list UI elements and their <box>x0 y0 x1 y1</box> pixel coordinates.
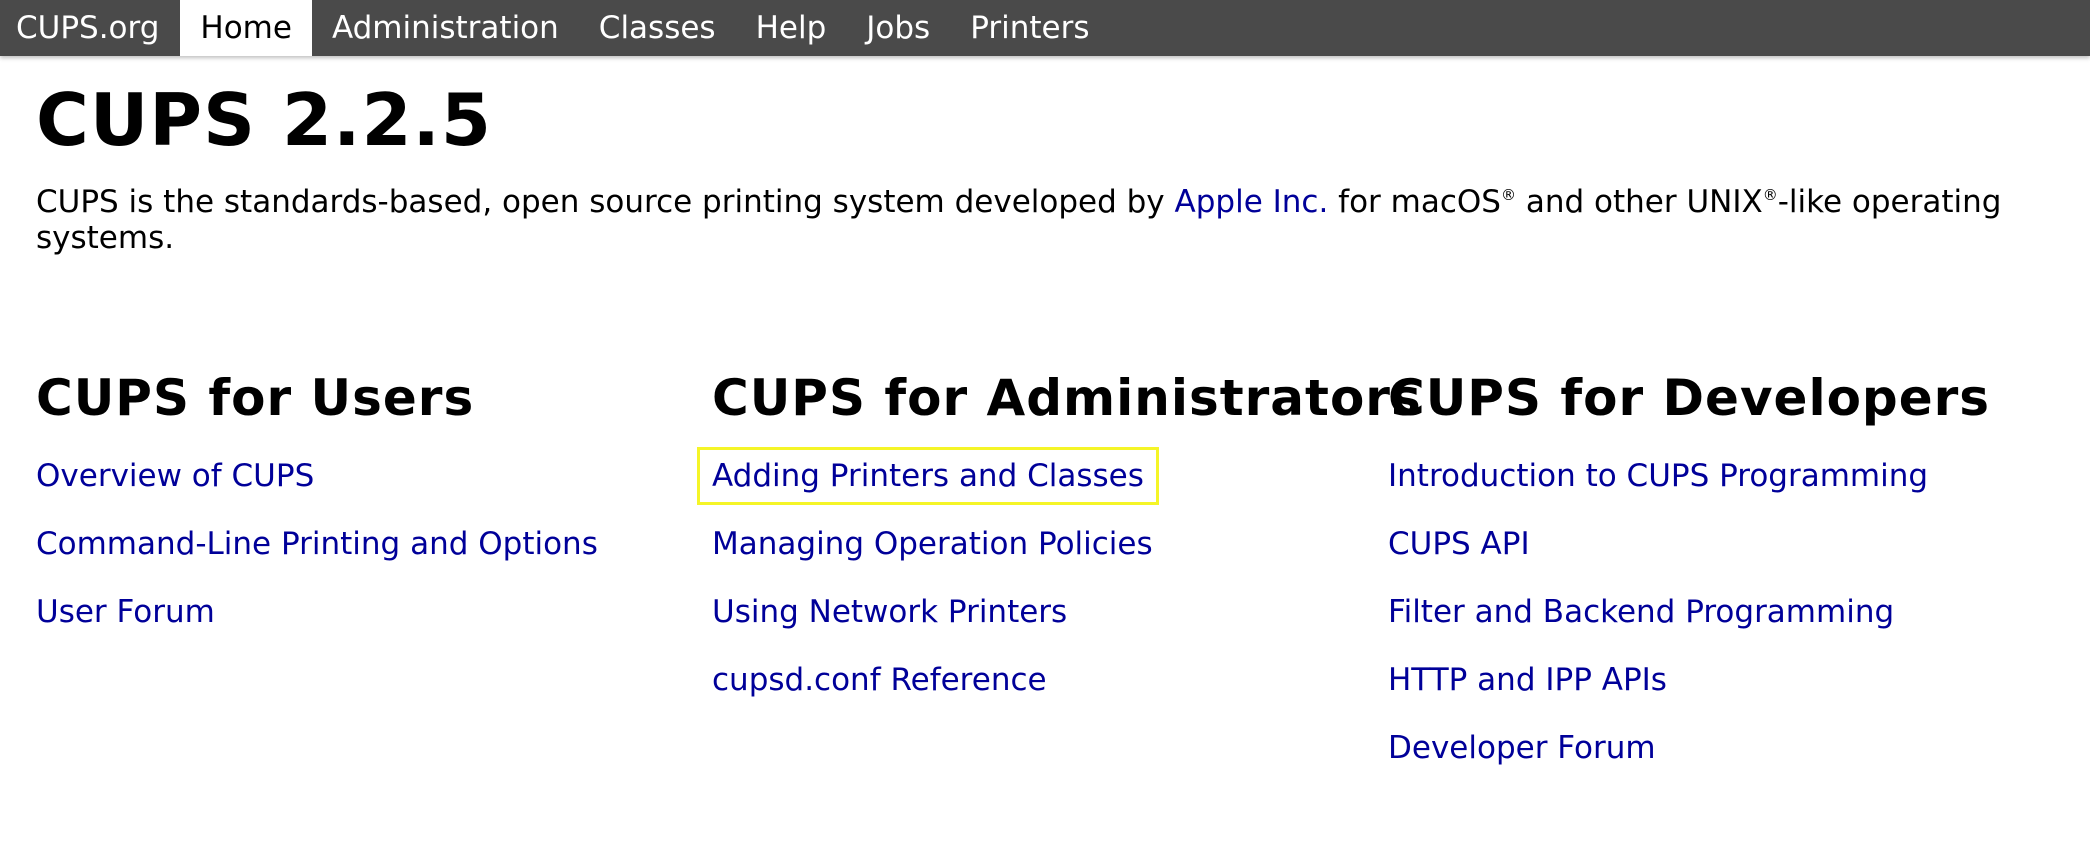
link-overview-of-cups[interactable]: Overview of CUPS <box>36 456 314 496</box>
list-item: HTTP and IPP APIs <box>1388 660 1928 728</box>
list-item: Overview of CUPS <box>36 456 598 524</box>
list-item: User Forum <box>36 592 598 660</box>
link-using-network-printers[interactable]: Using Network Printers <box>712 592 1067 632</box>
link-cups-api[interactable]: CUPS API <box>1388 524 1530 564</box>
column-heading-administrators: CUPS for Administrators <box>712 369 1422 427</box>
intro-text-unix: and other UNIX <box>1515 184 1763 220</box>
link-intro-cups-programming[interactable]: Introduction to CUPS Programming <box>1388 456 1928 496</box>
nav-help[interactable]: Help <box>736 0 847 56</box>
column-users: CUPS for Users Overview of CUPS Command-… <box>36 358 676 630</box>
column-heading-users: CUPS for Users <box>36 369 475 427</box>
list-item: Command-Line Printing and Options <box>36 524 598 592</box>
link-adding-printers-and-classes[interactable]: Adding Printers and Classes <box>697 447 1159 505</box>
link-managing-operation-policies[interactable]: Managing Operation Policies <box>712 524 1153 564</box>
nav-jobs[interactable]: Jobs <box>846 0 950 56</box>
list-item: Managing Operation Policies <box>712 524 1156 592</box>
top-navbar: CUPS.org Home Administration Classes Hel… <box>0 0 2090 56</box>
link-user-forum[interactable]: User Forum <box>36 592 215 632</box>
link-cupsd-conf-reference[interactable]: cupsd.conf Reference <box>712 660 1047 700</box>
list-item: Using Network Printers <box>712 592 1156 660</box>
list-item: CUPS API <box>1388 524 1928 592</box>
column-administrators: CUPS for Administrators Adding Printers … <box>697 358 1422 698</box>
list-item: Introduction to CUPS Programming <box>1388 456 1928 524</box>
list-item: Adding Printers and Classes <box>697 447 1159 524</box>
nav-home[interactable]: Home <box>180 0 312 56</box>
administrators-link-list: Adding Printers and Classes Managing Ope… <box>697 447 1159 728</box>
nav-administration[interactable]: Administration <box>312 0 579 56</box>
registered-mark-macos: ® <box>1500 186 1516 204</box>
intro-paragraph: CUPS is the standards-based, open source… <box>36 184 2036 256</box>
page-title: CUPS 2.2.5 <box>36 78 492 162</box>
users-link-list: Overview of CUPS Command-Line Printing a… <box>36 456 598 660</box>
nav-printers[interactable]: Printers <box>950 0 1109 56</box>
link-command-line-printing[interactable]: Command-Line Printing and Options <box>36 524 598 564</box>
registered-mark-unix: ® <box>1762 186 1778 204</box>
developers-link-list: Introduction to CUPS Programming CUPS AP… <box>1388 456 1928 796</box>
column-developers: CUPS for Developers Introduction to CUPS… <box>1388 358 2028 766</box>
list-item: Filter and Backend Programming <box>1388 592 1928 660</box>
link-filter-backend-programming[interactable]: Filter and Backend Programming <box>1388 592 1894 632</box>
list-item: cupsd.conf Reference <box>712 660 1156 728</box>
intro-text-start: CUPS is the standards-based, open source… <box>36 184 1175 220</box>
link-http-ipp-apis[interactable]: HTTP and IPP APIs <box>1388 660 1667 700</box>
column-heading-developers: CUPS for Developers <box>1388 369 1991 427</box>
link-developer-forum[interactable]: Developer Forum <box>1388 728 1656 768</box>
intro-text-macos: for macOS <box>1328 184 1501 220</box>
nav-cups-org[interactable]: CUPS.org <box>0 0 180 56</box>
list-item: Developer Forum <box>1388 728 1928 796</box>
apple-inc-link[interactable]: Apple Inc. <box>1175 184 1329 220</box>
nav-classes[interactable]: Classes <box>579 0 736 56</box>
